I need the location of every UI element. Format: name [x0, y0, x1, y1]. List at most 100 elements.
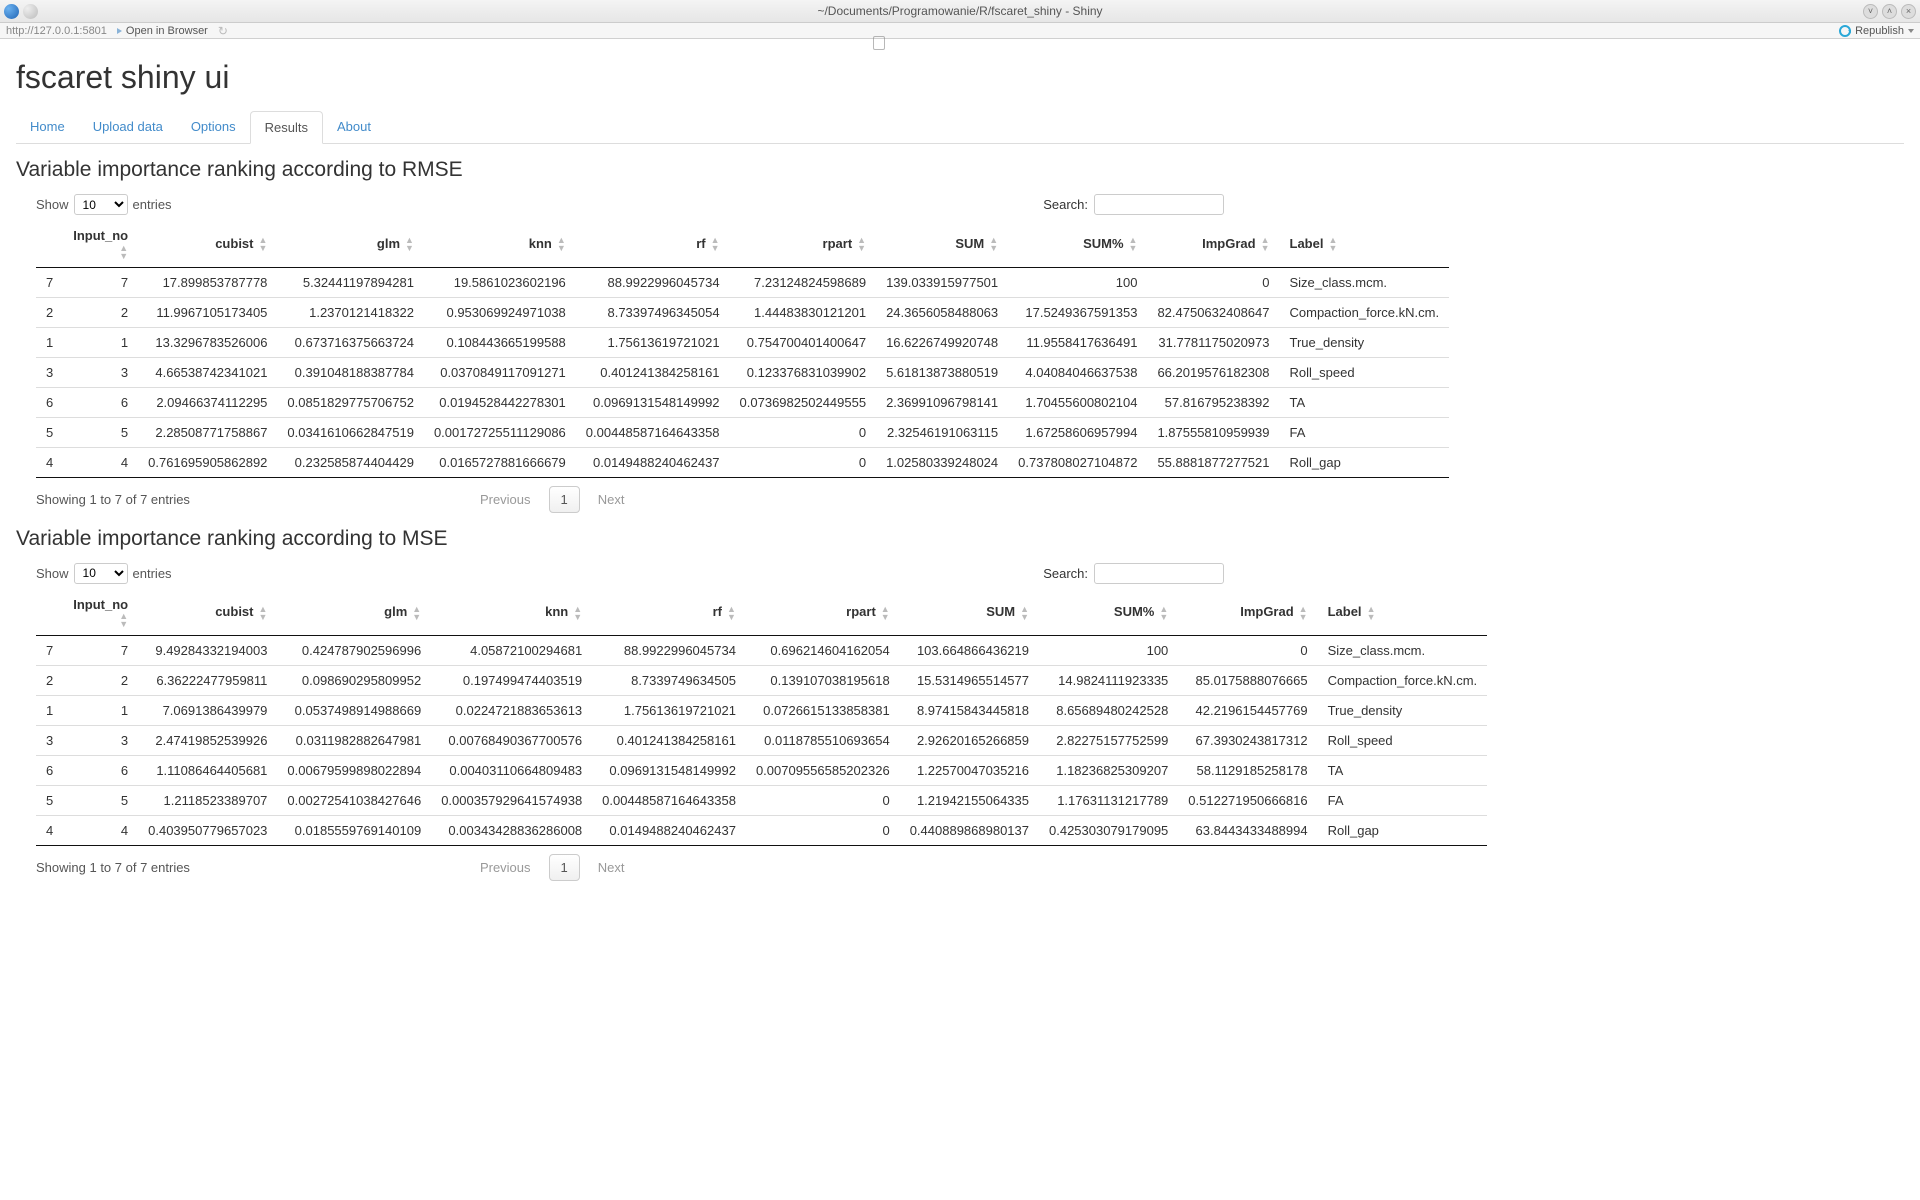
next-button-rmse[interactable]: Next: [588, 487, 635, 512]
open-in-browser-button[interactable]: Open in Browser: [117, 25, 208, 37]
table-row: 779.492843321940030.4247879025969964.058…: [36, 636, 1487, 666]
next-button-mse[interactable]: Next: [588, 855, 635, 880]
cell: 0.401241384258161: [592, 726, 746, 756]
cell: 2: [36, 297, 63, 327]
col-rownum[interactable]: [36, 590, 63, 636]
cell: 63.8443433488994: [1178, 816, 1317, 846]
col-rf[interactable]: rf▲▼: [592, 590, 746, 636]
cell: 4: [36, 816, 63, 846]
col-rpart[interactable]: rpart▲▼: [746, 590, 900, 636]
cell: 0.0194528442278301: [424, 387, 576, 417]
col-cubist[interactable]: cubist▲▼: [138, 590, 277, 636]
show-label-pre: Show: [36, 197, 69, 212]
sort-icon: ▲▼: [1261, 236, 1270, 252]
cell: 2: [63, 297, 138, 327]
tab-about[interactable]: About: [323, 111, 385, 144]
entries-select-mse[interactable]: 10: [74, 563, 128, 584]
prev-button-rmse[interactable]: Previous: [470, 487, 541, 512]
cell: 2.82275157752599: [1039, 726, 1178, 756]
table-info-rmse: Showing 1 to 7 of 7 entries: [36, 492, 190, 507]
col-knn[interactable]: knn▲▼: [424, 221, 576, 267]
tab-results[interactable]: Results: [250, 111, 323, 144]
cell: 0.098690295809952: [277, 666, 431, 696]
col-rownum[interactable]: [36, 221, 63, 267]
col-SUM%[interactable]: SUM%▲▼: [1008, 221, 1147, 267]
tab-options[interactable]: Options: [177, 111, 250, 144]
cell: 6: [36, 387, 63, 417]
cell: 139.033915977501: [876, 267, 1008, 297]
search-input-mse[interactable]: [1094, 563, 1224, 584]
cell: 1: [63, 327, 138, 357]
window-maximize-icon[interactable]: ˄: [1882, 4, 1897, 19]
cell: 8.65689480242528: [1039, 696, 1178, 726]
cell: 3: [36, 726, 63, 756]
col-knn[interactable]: knn▲▼: [431, 590, 592, 636]
page-1-rmse[interactable]: 1: [549, 486, 580, 513]
cell: 55.8881877277521: [1147, 447, 1279, 477]
cell: 0.00403110664809483: [431, 756, 592, 786]
cell: 1.17631131217789: [1039, 786, 1178, 816]
tab-home[interactable]: Home: [16, 111, 79, 144]
cell: 8.73397496345054: [576, 297, 730, 327]
sort-icon: ▲▼: [119, 612, 128, 628]
cell: 1: [63, 696, 138, 726]
titlebar-home-icon: [23, 4, 38, 19]
cell: 0.0224721883653613: [431, 696, 592, 726]
cell: 7: [36, 636, 63, 666]
cell: 0.0118785510693654: [746, 726, 900, 756]
col-SUM%[interactable]: SUM%▲▼: [1039, 590, 1178, 636]
cell: 0.00448587164643358: [576, 417, 730, 447]
cell: True_density: [1318, 696, 1488, 726]
cell: 8.97415843445818: [900, 696, 1039, 726]
cell: 2.32546191063115: [876, 417, 1008, 447]
col-glm[interactable]: glm▲▼: [277, 221, 424, 267]
cell: 6: [36, 756, 63, 786]
col-SUM[interactable]: SUM▲▼: [900, 590, 1039, 636]
cell: Size_class.mcm.: [1280, 267, 1450, 297]
cell: 2.36991096798141: [876, 387, 1008, 417]
cell: 19.5861023602196: [424, 267, 576, 297]
cell: FA: [1318, 786, 1488, 816]
cell: Roll_speed: [1280, 357, 1450, 387]
tab-upload-data[interactable]: Upload data: [79, 111, 177, 144]
sort-icon: ▲▼: [412, 605, 421, 621]
sort-icon: ▲▼: [1367, 605, 1376, 621]
search-input-rmse[interactable]: [1094, 194, 1224, 215]
cell: 4.05872100294681: [431, 636, 592, 666]
cell: 6: [63, 756, 138, 786]
page-1-mse[interactable]: 1: [549, 854, 580, 881]
col-SUM[interactable]: SUM▲▼: [876, 221, 1008, 267]
republish-button[interactable]: Republish: [1839, 25, 1914, 37]
cell: 13.3296783526006: [138, 327, 277, 357]
col-Label[interactable]: Label▲▼: [1318, 590, 1488, 636]
refresh-icon[interactable]: ↻: [218, 24, 228, 38]
col-ImpGrad[interactable]: ImpGrad▲▼: [1178, 590, 1317, 636]
col-Label[interactable]: Label▲▼: [1280, 221, 1450, 267]
cell: 88.9922996045734: [576, 267, 730, 297]
window-minimize-icon[interactable]: ˅: [1863, 4, 1878, 19]
cell: 0.0185559769140109: [277, 816, 431, 846]
col-Input_no[interactable]: Input_no▲▼: [63, 221, 138, 267]
republish-label: Republish: [1855, 25, 1904, 37]
col-ImpGrad[interactable]: ImpGrad▲▼: [1147, 221, 1279, 267]
prev-button-mse[interactable]: Previous: [470, 855, 541, 880]
table-row: 552.285087717588670.03416106628475190.00…: [36, 417, 1449, 447]
col-Input_no[interactable]: Input_no▲▼: [63, 590, 138, 636]
length-control-rmse: Show 10 entries: [36, 194, 172, 215]
cell: 5.32441197894281: [277, 267, 424, 297]
cell: 0: [1178, 636, 1317, 666]
col-rf[interactable]: rf▲▼: [576, 221, 730, 267]
cell: 0.391048188387784: [277, 357, 424, 387]
table-info-mse: Showing 1 to 7 of 7 entries: [36, 860, 190, 875]
sort-icon: ▲▼: [557, 236, 566, 252]
entries-select-rmse[interactable]: 10: [74, 194, 128, 215]
sort-icon: ▲▼: [711, 236, 720, 252]
col-cubist[interactable]: cubist▲▼: [138, 221, 277, 267]
table-row: 440.4039507796570230.01855597691401090.0…: [36, 816, 1487, 846]
col-rpart[interactable]: rpart▲▼: [730, 221, 877, 267]
window-close-icon[interactable]: ×: [1901, 4, 1916, 19]
col-glm[interactable]: glm▲▼: [277, 590, 431, 636]
cell: 100: [1008, 267, 1147, 297]
table-row: 661.110864644056810.006795998980228940.0…: [36, 756, 1487, 786]
cell: 1.22570047035216: [900, 756, 1039, 786]
